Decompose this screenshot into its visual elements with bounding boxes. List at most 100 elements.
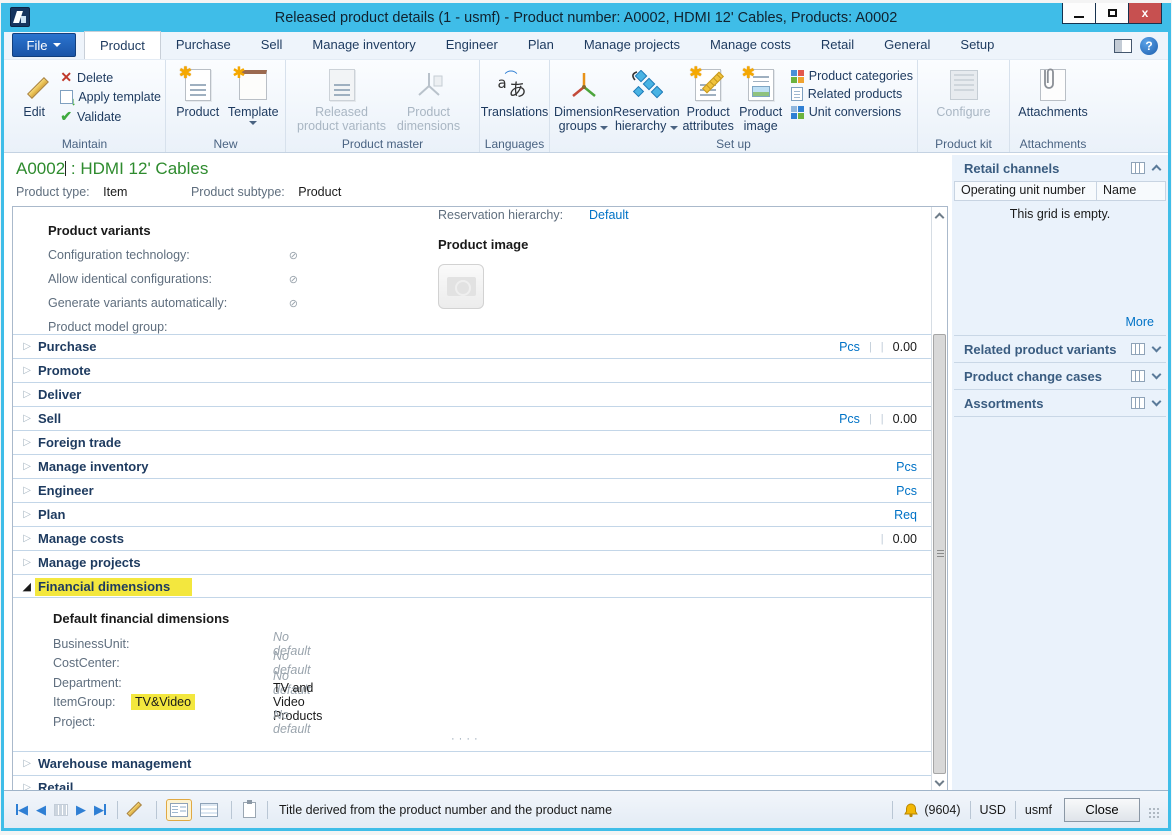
factbox-product-change-cases-header[interactable]: Product change cases xyxy=(952,363,1168,389)
related-products-button[interactable]: Related products xyxy=(791,87,913,101)
notification-count[interactable]: (9604) xyxy=(924,803,960,817)
section-engineer[interactable]: ▷EngineerPcs xyxy=(13,478,931,502)
resize-grip-icon[interactable] xyxy=(1148,807,1160,819)
notification-bell-icon[interactable] xyxy=(903,802,919,818)
clipboard-icon[interactable] xyxy=(243,802,256,818)
factbox-pane-toggle-icon[interactable] xyxy=(1114,39,1132,53)
delete-button[interactable]: ✕ Delete xyxy=(60,69,161,86)
expand-triangle-icon[interactable]: ▷ xyxy=(13,437,31,448)
collapse-triangle-icon[interactable]: ◢ xyxy=(13,580,31,593)
chevron-down-icon[interactable] xyxy=(1152,397,1162,407)
section-manage-projects[interactable]: ▷Manage projects xyxy=(13,550,931,574)
section-plan[interactable]: ▷PlanReq xyxy=(13,502,931,526)
section-promote[interactable]: ▷Promote xyxy=(13,358,931,382)
product-attributes-button[interactable]: ✱ Product attributes xyxy=(680,64,737,133)
section-sell[interactable]: ▷SellPcs||0.00 xyxy=(13,406,931,430)
dimension-groups-button[interactable]: Dimension groups xyxy=(554,64,613,133)
tab-retail[interactable]: Retail xyxy=(806,31,869,59)
new-template-button[interactable]: ✱ Template xyxy=(226,64,282,125)
reservation-hierarchy-button[interactable]: Reservation hierarchy xyxy=(613,64,680,133)
tab-sell[interactable]: Sell xyxy=(246,31,298,59)
close-button[interactable]: x xyxy=(1128,3,1162,24)
product-type-value: Item xyxy=(103,185,127,199)
reservation-hierarchy-value[interactable]: Default xyxy=(589,208,629,222)
form-close-button[interactable]: Close xyxy=(1064,798,1140,822)
column-operating-unit-number[interactable]: Operating unit number xyxy=(955,182,1097,200)
section-badges: Pcs xyxy=(896,484,917,498)
section-resize-handle[interactable]: ···· xyxy=(451,733,482,745)
expand-triangle-icon[interactable]: ▷ xyxy=(13,509,31,520)
unit-link[interactable]: Pcs xyxy=(896,484,917,498)
expand-triangle-icon[interactable]: ▷ xyxy=(13,485,31,496)
expand-triangle-icon[interactable]: ▷ xyxy=(13,533,31,544)
next-record-button[interactable]: ▶ xyxy=(76,802,86,818)
scrollbar-grip-icon xyxy=(937,550,944,558)
expand-triangle-icon[interactable]: ▷ xyxy=(13,389,31,400)
minimize-button[interactable] xyxy=(1062,3,1096,24)
help-icon[interactable]: ? xyxy=(1140,37,1158,55)
edit-record-icon[interactable] xyxy=(128,801,146,819)
dimension-value[interactable]: TV&Video xyxy=(131,694,195,710)
last-record-button[interactable]: ▶ xyxy=(94,802,106,818)
edit-button[interactable]: Edit xyxy=(8,64,60,119)
unit-conversions-button[interactable]: Unit conversions xyxy=(791,105,913,119)
attachments-button[interactable]: Attachments xyxy=(1020,64,1086,119)
title-separator: : xyxy=(71,159,76,178)
tab-general[interactable]: General xyxy=(869,31,945,59)
scroll-up-button[interactable] xyxy=(932,207,947,224)
chevron-down-icon[interactable] xyxy=(1152,370,1162,380)
product-image-placeholder[interactable] xyxy=(438,264,484,309)
section-manage-inventory[interactable]: ▷Manage inventoryPcs xyxy=(13,454,931,478)
unit-link[interactable]: Pcs xyxy=(896,460,917,474)
unit-link[interactable]: Pcs xyxy=(839,340,860,354)
expand-triangle-icon[interactable]: ▷ xyxy=(13,461,31,472)
expand-triangle-icon[interactable]: ▷ xyxy=(13,557,31,568)
chevron-up-icon[interactable] xyxy=(1152,165,1162,175)
tab-engineer[interactable]: Engineer xyxy=(431,31,513,59)
tab-setup[interactable]: Setup xyxy=(945,31,1009,59)
form-view-button[interactable] xyxy=(166,799,192,821)
section-financial-dimensions[interactable]: ◢Financial dimensions xyxy=(13,574,931,598)
section-manage-costs[interactable]: ▷Manage costs|0.00 xyxy=(13,526,931,550)
section-foreign-trade[interactable]: ▷Foreign trade xyxy=(13,430,931,454)
tab-plan[interactable]: Plan xyxy=(513,31,569,59)
chevron-down-icon[interactable] xyxy=(1152,343,1162,353)
expand-triangle-icon[interactable]: ▷ xyxy=(13,413,31,424)
factbox-assortments-header[interactable]: Assortments xyxy=(952,390,1168,416)
apply-template-button[interactable]: Apply template xyxy=(60,90,161,104)
tab-manage-costs[interactable]: Manage costs xyxy=(695,31,806,59)
maximize-button[interactable] xyxy=(1095,3,1129,24)
expand-triangle-icon[interactable]: ▷ xyxy=(13,365,31,376)
product-image-button[interactable]: ✱ Product image xyxy=(737,64,785,133)
section-purchase[interactable]: ▷PurchasePcs||0.00 xyxy=(13,334,931,358)
vertical-scrollbar[interactable] xyxy=(931,207,947,792)
new-product-button[interactable]: ✱ Product xyxy=(170,64,226,119)
file-menu-button[interactable]: File xyxy=(12,33,76,57)
validate-button[interactable]: ✔ Validate xyxy=(60,108,161,125)
tab-purchase[interactable]: Purchase xyxy=(161,31,246,59)
unit-link[interactable]: Pcs xyxy=(839,412,860,426)
tab-manage-inventory[interactable]: Manage inventory xyxy=(297,31,430,59)
record-header: A0002 : HDMI 12' Cables Product type: It… xyxy=(4,153,944,206)
column-name[interactable]: Name xyxy=(1097,182,1165,200)
minimize-icon xyxy=(1074,16,1084,18)
factbox-retail-channels-header[interactable]: Retail channels xyxy=(952,155,1168,181)
product-categories-button[interactable]: Product categories xyxy=(791,69,913,83)
configure-icon xyxy=(950,70,978,100)
previous-record-button[interactable]: ◀ xyxy=(36,802,46,818)
field-generate-variants-automatically: Generate variants automatically:⊘ xyxy=(48,296,298,310)
scrollbar-thumb[interactable] xyxy=(933,334,946,774)
grid-view-button[interactable] xyxy=(196,799,222,821)
unit-link[interactable]: Req xyxy=(894,508,917,522)
factbox-related-product-variants-header[interactable]: Related product variants xyxy=(952,336,1168,362)
expand-triangle-icon[interactable]: ▷ xyxy=(13,341,31,352)
tab-manage-projects[interactable]: Manage projects xyxy=(569,31,695,59)
tab-product[interactable]: Product xyxy=(84,31,161,59)
section-warehouse-management[interactable]: ▷Warehouse management xyxy=(13,751,931,775)
translations-button[interactable]: a⌒あ Translations xyxy=(482,64,548,119)
expand-triangle-icon[interactable]: ▷ xyxy=(13,758,31,769)
ribbon: Edit ✕ Delete Apply template ✔ Validate … xyxy=(4,60,1168,153)
more-link[interactable]: More xyxy=(1126,315,1154,329)
section-deliver[interactable]: ▷Deliver xyxy=(13,382,931,406)
first-record-button[interactable]: ◀ xyxy=(16,802,28,818)
